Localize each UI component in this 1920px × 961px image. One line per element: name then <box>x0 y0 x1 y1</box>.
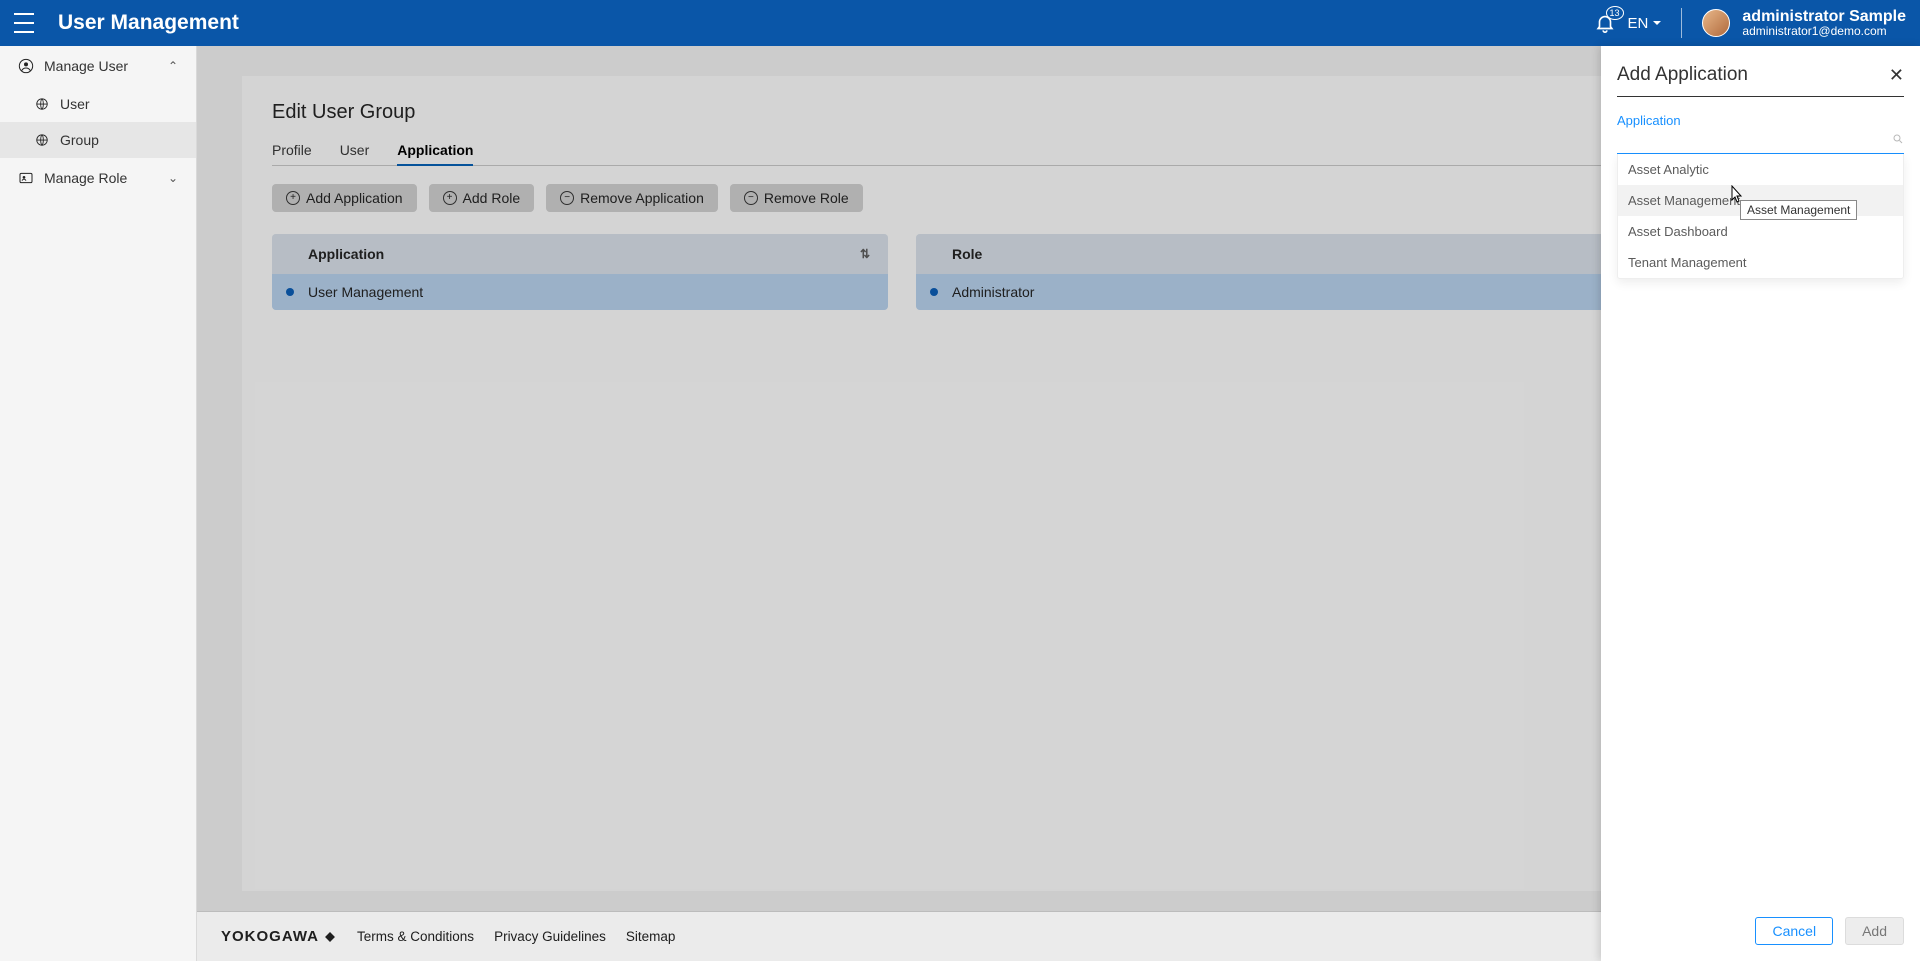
sidebar-item-user-label: User <box>60 96 90 112</box>
user-email: administrator1@demo.com <box>1742 25 1906 38</box>
app-title: User Management <box>58 11 239 35</box>
globe-icon <box>34 96 50 112</box>
globe-icon <box>34 132 50 148</box>
option-tenant-management[interactable]: Tenant Management <box>1618 247 1903 278</box>
user-avatar[interactable] <box>1702 9 1730 37</box>
application-search-input[interactable] <box>1617 133 1892 148</box>
sidebar-item-user[interactable]: User <box>0 86 196 122</box>
chevron-down-icon: ⌄ <box>168 171 178 185</box>
hamburger-menu-icon[interactable] <box>14 13 34 33</box>
panel-title: Add Application <box>1617 64 1748 86</box>
sidebar-item-group[interactable]: Group <box>0 122 196 158</box>
add-application-panel: Add Application ✕ Application Asset Anal… <box>1601 46 1920 961</box>
language-label: EN <box>1628 15 1649 32</box>
option-asset-analytic[interactable]: Asset Analytic <box>1618 154 1903 185</box>
divider <box>1617 96 1904 97</box>
account-circle-icon <box>18 58 34 74</box>
sidebar-group-manage-user[interactable]: Manage User ⌃ <box>0 46 196 86</box>
user-info[interactable]: administrator Sample administrator1@demo… <box>1742 8 1906 39</box>
option-asset-dashboard[interactable]: Asset Dashboard <box>1618 216 1903 247</box>
sidebar-group-manage-role-label: Manage Role <box>44 170 127 186</box>
application-dropdown: Asset Analytic Asset Management Asset Da… <box>1617 154 1904 279</box>
sidebar-item-group-label: Group <box>60 132 99 148</box>
sidebar-group-manage-role[interactable]: Manage Role ⌄ <box>0 158 196 198</box>
divider <box>1681 8 1682 38</box>
search-icon <box>1892 133 1904 148</box>
cursor-icon <box>1728 185 1744 209</box>
sidebar-group-manage-user-label: Manage User <box>44 58 128 74</box>
cancel-button[interactable]: Cancel <box>1755 917 1833 945</box>
notifications-button[interactable]: 13 <box>1594 12 1616 34</box>
chevron-up-icon: ⌃ <box>168 59 178 73</box>
close-icon[interactable]: ✕ <box>1889 65 1904 86</box>
language-switcher[interactable]: EN <box>1628 15 1662 32</box>
app-header: User Management 13 EN administrator Samp… <box>0 0 1920 46</box>
sidebar: Manage User ⌃ User Group Manage Role ⌄ <box>0 46 197 961</box>
user-display-name: administrator Sample <box>1742 8 1906 26</box>
notification-count: 13 <box>1606 6 1624 20</box>
add-button[interactable]: Add <box>1845 917 1904 945</box>
hover-tooltip: Asset Management <box>1740 200 1857 220</box>
application-field-label: Application <box>1617 113 1904 128</box>
id-card-icon <box>18 170 34 186</box>
application-search-input-wrap[interactable] <box>1617 128 1904 154</box>
